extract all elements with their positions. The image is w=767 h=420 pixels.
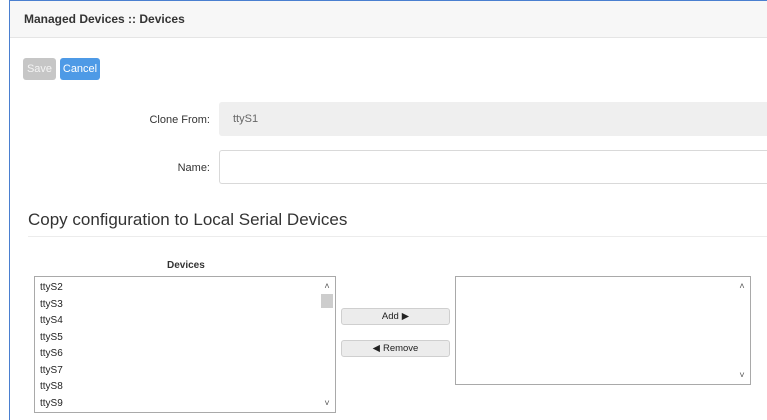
section-divider xyxy=(28,236,767,237)
device-option[interactable]: ttyS5 xyxy=(35,330,335,347)
selected-devices-options xyxy=(456,277,750,280)
action-toolbar: Save Cancel xyxy=(23,58,100,80)
available-devices-options: ttyS2 ttyS3 ttyS4 ttyS5 ttyS6 ttyS7 ttyS8 ttyS9 xyxy=(35,277,335,412)
device-option[interactable]: ttyS6 xyxy=(35,346,335,363)
clone-from-value: ttyS1 xyxy=(233,113,259,125)
name-label: Name: xyxy=(177,162,210,174)
left-triangle-icon: ◀ xyxy=(372,343,380,354)
scroll-up-icon[interactable]: ˄ xyxy=(319,279,335,293)
save-button[interactable]: Save xyxy=(23,58,56,80)
selected-list-scrollbar[interactable]: ˄ ˅ xyxy=(734,277,750,384)
selected-devices-list[interactable]: ˄ ˅ xyxy=(455,276,751,385)
cancel-button[interactable]: Cancel xyxy=(60,58,100,80)
scroll-down-icon[interactable]: ˅ xyxy=(734,368,750,382)
devices-label: Devices xyxy=(167,260,205,271)
scroll-down-icon[interactable]: ˅ xyxy=(319,396,335,410)
name-input[interactable] xyxy=(219,150,767,184)
clone-from-label: Clone From: xyxy=(149,114,210,126)
page-title: Managed Devices :: Devices xyxy=(24,12,185,26)
available-list-scrollbar[interactable]: ˄ ˅ xyxy=(319,277,335,412)
remove-label: Remove xyxy=(382,343,419,354)
right-triangle-icon: ▶ xyxy=(401,311,410,322)
device-option[interactable]: ttyS2 xyxy=(35,280,335,297)
device-option[interactable]: ttyS8 xyxy=(35,379,335,396)
device-option[interactable]: ttyS3 xyxy=(35,297,335,314)
clone-from-field: ttyS1 xyxy=(219,102,767,136)
device-option[interactable]: ttyS4 xyxy=(35,313,335,330)
scroll-thumb[interactable] xyxy=(321,294,333,308)
remove-button[interactable]: ◀ Remove xyxy=(341,340,450,357)
add-label: Add xyxy=(381,311,399,322)
page-header: Managed Devices :: Devices xyxy=(10,1,767,38)
available-devices-list[interactable]: ttyS2 ttyS3 ttyS4 ttyS5 ttyS6 ttyS7 ttyS8 ttyS9… xyxy=(34,276,336,413)
device-option[interactable]: ttyS7 xyxy=(35,363,335,380)
scroll-up-icon[interactable]: ˄ xyxy=(734,279,750,293)
section-title: Copy configuration to Local Serial Devic… xyxy=(28,210,348,229)
add-button[interactable]: Add ▶ xyxy=(341,308,450,325)
device-option[interactable]: ttyS9 xyxy=(35,396,335,413)
